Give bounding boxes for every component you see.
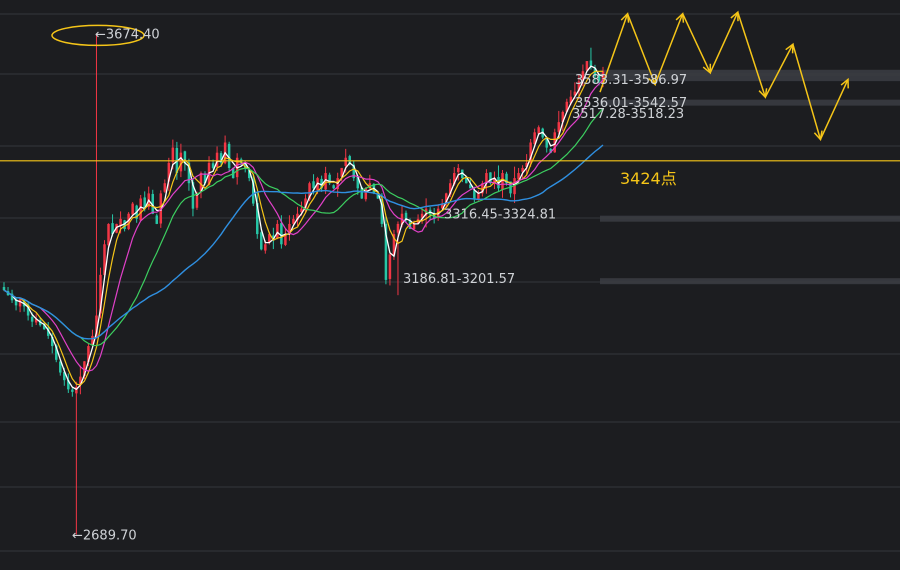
- candle-body: [457, 167, 460, 173]
- candle-body: [348, 156, 351, 163]
- price-annotation: 3316.45-3324.81: [444, 207, 556, 222]
- candle-body: [537, 127, 540, 134]
- candle-body: [589, 60, 593, 67]
- candle-body: [155, 215, 159, 224]
- candle-body: [2, 287, 6, 291]
- price-annotation: ←2689.70: [72, 529, 137, 544]
- candle-body: [30, 316, 34, 322]
- candle-body: [332, 185, 335, 189]
- candle-body: [171, 147, 175, 163]
- candle-body: [139, 198, 142, 221]
- candle-body: [260, 232, 263, 250]
- candle-body: [107, 223, 110, 246]
- candle-body: [280, 223, 283, 245]
- candle-body: [344, 157, 347, 166]
- candle-body: [131, 203, 134, 215]
- candle-body: [264, 244, 267, 251]
- candle-body: [179, 152, 183, 172]
- resistance-band: [600, 215, 900, 222]
- candle-body: [557, 122, 561, 132]
- candle-body: [18, 299, 22, 307]
- candle-body: [388, 254, 392, 279]
- chart-svg: 3424点 ←3674.40←2689.703583.31-3586.97353…: [0, 0, 900, 570]
- candle-body: [312, 181, 315, 189]
- price-annotation: 3583.31-3586.97: [575, 73, 687, 88]
- candle-body: [489, 172, 492, 184]
- candle-body: [396, 223, 400, 233]
- price-annotation: ←3674.40: [95, 27, 160, 42]
- candle-body: [404, 212, 408, 219]
- price-annotation: 3186.81-3201.57: [403, 272, 515, 287]
- candle-body: [211, 163, 215, 168]
- candle-body: [276, 223, 279, 239]
- resistance-band: [600, 278, 900, 285]
- candle-body: [163, 183, 167, 192]
- candle-body: [485, 173, 488, 183]
- candle-body: [71, 389, 74, 392]
- candle-body: [585, 61, 589, 71]
- key-level-label: 3424点: [620, 169, 677, 188]
- price-annotation: 3517.28-3518.23: [572, 107, 684, 122]
- candle-body: [412, 223, 416, 230]
- candle-body: [364, 188, 368, 200]
